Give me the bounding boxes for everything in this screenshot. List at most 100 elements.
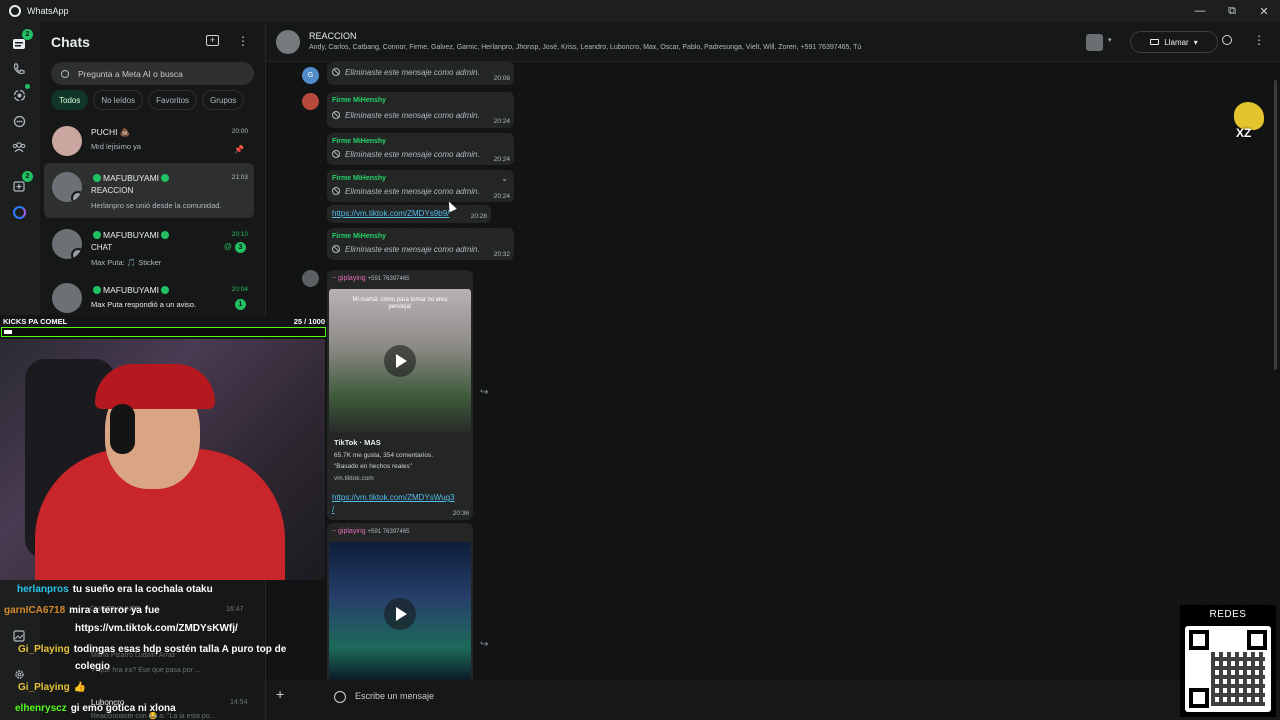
message-bubble[interactable]: Firme MiHenshy Eliminaste este mensaje c… xyxy=(327,228,514,260)
sender-name[interactable]: Firme MiHenshy xyxy=(332,233,386,240)
message-link-continued[interactable]: / xyxy=(332,505,334,514)
chatlist-menu-icon[interactable]: ⋮ xyxy=(237,34,249,48)
whatsapp-logo-icon xyxy=(9,5,21,17)
minimize-button[interactable]: — xyxy=(1184,0,1216,22)
updates-icon[interactable]: 2 xyxy=(10,171,33,195)
sender-avatar[interactable]: G xyxy=(302,67,319,84)
chevron-down-icon: ▾ xyxy=(1193,37,1198,47)
unread-badge: 1 xyxy=(235,299,246,310)
settings-gear-icon[interactable] xyxy=(10,665,28,683)
community-avatar xyxy=(71,191,82,202)
message-time: 20:24 xyxy=(493,118,510,125)
conversation-menu-icon[interactable]: ⋮ xyxy=(1253,33,1265,47)
search-icon[interactable] xyxy=(1222,35,1232,45)
sender-name[interactable]: Firme MiHenshy xyxy=(332,175,386,182)
sender-name[interactable]: ~ giplaying +591 76397465 xyxy=(332,275,410,282)
play-icon[interactable] xyxy=(384,345,416,377)
qr-modules xyxy=(1211,652,1265,706)
green-dot-icon xyxy=(161,286,170,294)
forward-icon[interactable]: ↪ xyxy=(480,387,488,398)
chat-time: 20:10 xyxy=(231,231,248,238)
unread-badge: 3 xyxy=(235,242,246,253)
sender-name[interactable]: Firme MiHenshy xyxy=(332,138,386,145)
chat-row-mafubuyami[interactable]: MAFUBUYAMI 20:04 Max Puta respondió a un… xyxy=(44,279,254,319)
forward-icon[interactable]: ↪ xyxy=(480,639,488,650)
status-new-dot xyxy=(25,84,30,89)
message-bubble[interactable]: https://vm.tiktok.com/ZMDYs9b9/ 20:28 xyxy=(327,205,491,223)
sender-avatar[interactable] xyxy=(302,93,319,110)
avatar xyxy=(52,283,82,313)
message-input[interactable] xyxy=(355,691,955,701)
call-button[interactable]: Llamar ▾ xyxy=(1130,31,1218,53)
filter-unread[interactable]: No leídos xyxy=(93,90,144,110)
phone-icon[interactable] xyxy=(10,60,28,78)
message-link[interactable]: https://vm.tiktok.com/ZMDYs9b9/ xyxy=(332,209,449,218)
message-bubble[interactable]: Firme MiHenshy ⌄ Eliminaste este mensaje… xyxy=(327,170,514,202)
video-thumbnail[interactable] xyxy=(329,542,471,683)
maximize-button[interactable]: ⧉ xyxy=(1216,0,1248,22)
sender-avatar[interactable] xyxy=(302,270,319,287)
filter-groups[interactable]: Grupos xyxy=(202,90,245,110)
message-bubble-media[interactable]: ~ giplaying +591 76397465 Mi mamá: como … xyxy=(327,270,473,520)
group-avatar[interactable] xyxy=(276,30,300,54)
profile-avatar[interactable] xyxy=(1086,34,1103,51)
media-icon[interactable] xyxy=(10,627,28,645)
message-time: 20:24 xyxy=(493,193,510,200)
message-time: 20:08 xyxy=(493,75,510,82)
new-chat-icon[interactable]: + xyxy=(206,35,219,46)
message-bubble[interactable]: Eliminaste este mensaje como admin. 20:0… xyxy=(327,62,514,85)
chat-preview: Max Puta: 🎵 Sticker xyxy=(91,258,162,267)
search-icon xyxy=(61,69,69,78)
sender-name[interactable]: ~ giplaying +591 76397465 xyxy=(332,528,410,535)
message-link[interactable]: https://vm.tiktok.com/ZMDYsWug3 xyxy=(332,493,455,502)
search-bar[interactable] xyxy=(51,62,254,85)
message-bubble[interactable]: Firme MiHenshy Eliminaste este mensaje c… xyxy=(327,133,514,165)
green-dot-icon xyxy=(93,286,101,294)
community-avatar xyxy=(71,248,82,259)
message-area[interactable]: G Eliminaste este mensaje como admin. 20… xyxy=(266,62,1280,683)
message-bubble-media[interactable]: ~ giplaying +591 76397465 xyxy=(327,523,473,683)
link-preview-domain: vm.tiktok.com xyxy=(334,475,374,482)
channels-icon[interactable] xyxy=(10,112,28,130)
close-button[interactable]: ✕ xyxy=(1248,0,1280,22)
title-bar: WhatsApp — ⧉ ✕ xyxy=(0,0,1280,22)
webcam-feed xyxy=(0,339,325,580)
green-dot-icon xyxy=(93,174,101,182)
group-name[interactable]: REACCION xyxy=(309,31,357,41)
filter-all[interactable]: Todos xyxy=(51,90,89,110)
chat-row-reaccion[interactable]: MAFUBUYAMI 21:03 REACCION Herlanpro se u… xyxy=(44,163,254,218)
message-bubble[interactable]: Firme MiHenshy Eliminaste este mensaje c… xyxy=(327,92,514,128)
play-icon[interactable] xyxy=(384,598,416,630)
message-menu-chevron-icon[interactable]: ⌄ xyxy=(501,174,508,183)
chat-time: 20:00 xyxy=(231,128,248,135)
deleted-message: Eliminaste este mensaje como admin. xyxy=(332,187,480,196)
headset xyxy=(110,404,135,454)
avatar xyxy=(52,172,82,202)
qr-finder xyxy=(1247,630,1267,650)
message-scrollbar[interactable] xyxy=(1274,80,1277,370)
conversation-header[interactable]: REACCION Andy, Carlos, Catbang, Connor, … xyxy=(266,22,1280,62)
community-name: MAFUBUYAMI xyxy=(91,230,171,240)
video-camera-icon xyxy=(1150,39,1160,45)
sender-name[interactable]: Firme MiHenshy xyxy=(332,97,386,104)
chat-row-chat[interactable]: MAFUBUYAMI 20:10 CHAT Max Puta: 🎵 Sticke… xyxy=(44,220,254,275)
filter-favorites[interactable]: Favoritos xyxy=(148,90,198,110)
stream-sticker: XZ xyxy=(1230,100,1266,140)
chats-nav-icon[interactable]: 2 xyxy=(10,29,33,53)
message-time: 20:24 xyxy=(493,156,510,163)
stream-chat-line: Gi_Playing 👍 xyxy=(18,682,87,693)
link-preview-title: TikTok · MAS xyxy=(334,438,381,447)
search-input[interactable] xyxy=(78,68,238,79)
avatar xyxy=(52,126,82,156)
status-icon[interactable] xyxy=(10,84,30,104)
stream-chat-line: colegio xyxy=(75,661,111,672)
chat-time: 20:04 xyxy=(231,286,248,293)
attach-plus-icon[interactable]: + xyxy=(276,686,284,702)
video-thumbnail[interactable]: Mi mamá: como para tomar no eres pendeja… xyxy=(329,289,471,433)
chat-name: REACCION xyxy=(91,186,134,195)
meta-ai-icon[interactable] xyxy=(10,203,28,221)
kicks-goal-title: KICKS PA COMEL xyxy=(3,317,68,326)
chevron-down-icon[interactable]: ▾ xyxy=(1108,36,1112,44)
communities-icon[interactable] xyxy=(10,138,28,156)
emoji-icon[interactable] xyxy=(334,691,346,703)
